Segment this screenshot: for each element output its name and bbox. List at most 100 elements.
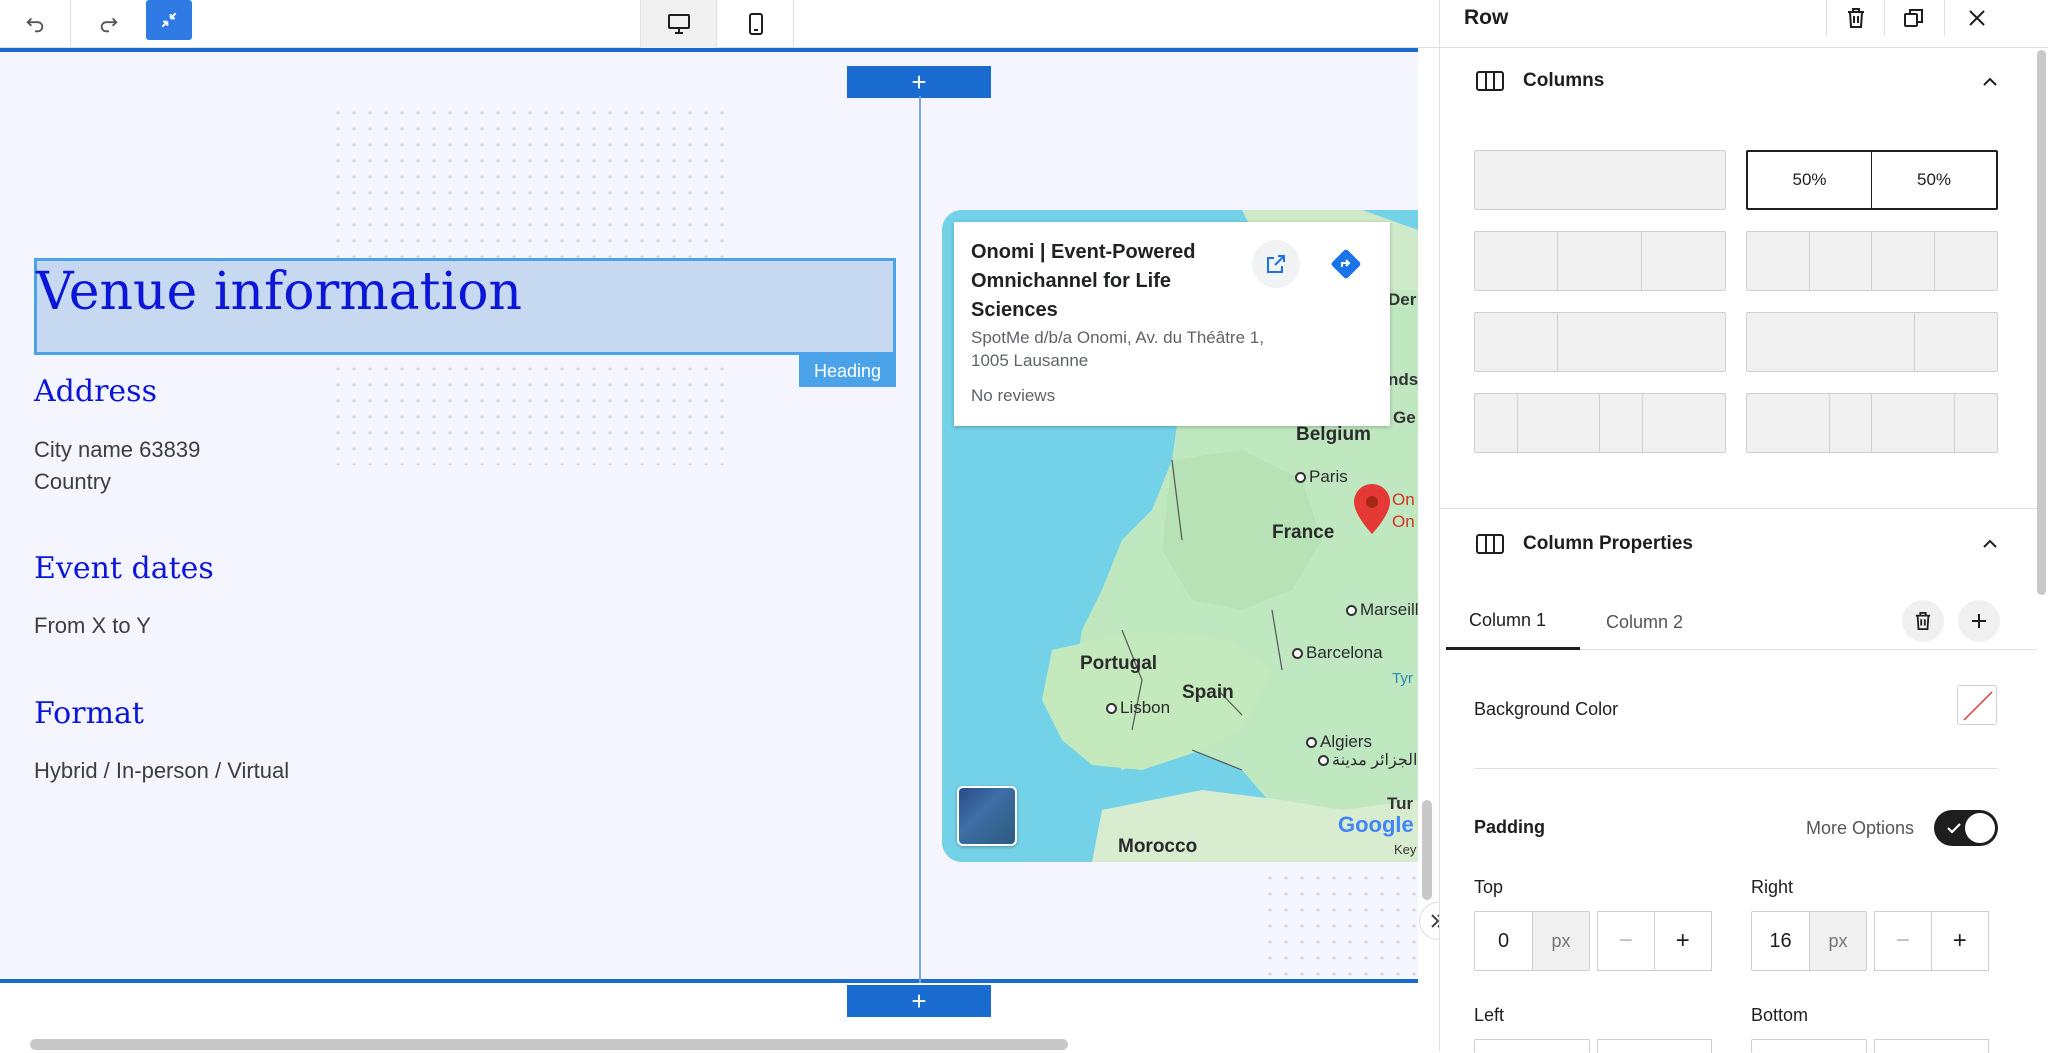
panel-header: Row xyxy=(1440,0,2048,48)
tab-column-2[interactable]: Column 2 xyxy=(1606,594,1683,650)
delete-row-button[interactable] xyxy=(1826,0,1884,36)
map-partial-label-3: Ge xyxy=(1393,408,1416,427)
layout-col-width-1: 50% xyxy=(1748,152,1872,208)
padding-left-label: Left xyxy=(1474,1005,1505,1025)
mobile-view-button[interactable] xyxy=(718,0,794,48)
padding-right-stepper[interactable]: − + xyxy=(1874,911,1989,971)
open-in-maps-button[interactable] xyxy=(1252,240,1300,288)
background-color-label: Background Color xyxy=(1474,699,1619,719)
desktop-icon xyxy=(667,14,690,34)
increment-button[interactable]: + xyxy=(1932,912,1989,970)
satellite-view-toggle[interactable] xyxy=(957,786,1017,846)
place-title[interactable]: Onomi | Event-Powered Omnichannel for Li… xyxy=(971,238,1261,325)
horizontal-scrollbar-thumb[interactable] xyxy=(30,1039,1068,1050)
background-color-swatch[interactable] xyxy=(1957,685,1997,725)
map-partial-label-2: nds xyxy=(1388,370,1418,389)
close-panel-button[interactable] xyxy=(1944,0,2008,36)
padding-right-label: Right xyxy=(1751,877,1794,897)
layout-option-mixed-1[interactable] xyxy=(1474,393,1726,453)
decrement-button[interactable]: − xyxy=(1598,912,1655,970)
panel-scrollbar[interactable] xyxy=(2037,50,2046,595)
layout-option-1-column[interactable] xyxy=(1474,150,1726,210)
padding-top-value[interactable]: 0 xyxy=(1475,912,1533,970)
address-line-1[interactable]: City name 63839 xyxy=(34,434,200,466)
layout-option-2-columns-selected[interactable]: 50% 50% xyxy=(1746,150,1998,210)
increment-button[interactable]: + xyxy=(1655,912,1712,970)
map-label-morocco: Morocco xyxy=(1118,836,1198,857)
undo-button[interactable] xyxy=(0,0,70,48)
section-divider xyxy=(1440,508,2037,509)
column-tabs: Column 1 Column 2 xyxy=(1446,594,2037,650)
map-partial-label-1: Der xyxy=(1388,290,1417,309)
map-label-spain: Spain xyxy=(1182,682,1234,703)
desktop-view-button[interactable] xyxy=(641,0,717,48)
address-title[interactable]: Address xyxy=(34,374,157,409)
padding-top-unit[interactable]: px xyxy=(1533,912,1589,970)
more-options-toggle[interactable] xyxy=(1934,810,1998,846)
duplicate-icon xyxy=(1903,9,1923,27)
map-partial-label-5: On xyxy=(1392,512,1415,531)
mobile-icon xyxy=(749,13,763,35)
padding-right-unit[interactable]: px xyxy=(1810,912,1866,970)
layout-option-4-columns[interactable] xyxy=(1746,231,1998,291)
duplicate-row-button[interactable] xyxy=(1884,0,1942,36)
layout-option-3-columns[interactable] xyxy=(1474,231,1726,291)
place-reviews[interactable]: No reviews xyxy=(971,386,1055,406)
padding-right-input[interactable]: 16 px xyxy=(1751,911,1867,971)
add-section-above-button[interactable]: + xyxy=(847,66,991,98)
property-divider xyxy=(1474,768,1998,769)
add-section-below-button[interactable]: + xyxy=(847,985,991,1017)
external-link-icon xyxy=(1267,255,1285,273)
format-title[interactable]: Format xyxy=(34,696,144,731)
editor-toolbar xyxy=(0,0,1439,48)
check-icon xyxy=(1947,823,1961,834)
tab-column-1[interactable]: Column 1 xyxy=(1446,594,1580,650)
column-properties-section-header[interactable]: Column Properties xyxy=(1475,528,1693,560)
event-dates-text[interactable]: From X to Y xyxy=(34,610,151,642)
chevron-up-icon[interactable] xyxy=(1980,72,2000,92)
map-city-algiers: Algiers xyxy=(1306,732,1372,752)
map-city-lisbon: Lisbon xyxy=(1106,698,1170,718)
undo-icon xyxy=(26,17,44,33)
chevron-up-icon[interactable] xyxy=(1980,534,2000,554)
delete-column-button[interactable] xyxy=(1902,600,1944,642)
padding-top-input[interactable]: 0 px xyxy=(1474,911,1590,971)
dot-pattern-decoration-bottom xyxy=(1262,870,1422,980)
padding-bottom-label: Bottom xyxy=(1751,1005,1809,1025)
close-icon xyxy=(1968,10,1985,26)
map-place-card[interactable]: Onomi | Event-Powered Omnichannel for Li… xyxy=(954,222,1390,426)
format-text[interactable]: Hybrid / In-person / Virtual xyxy=(34,755,289,787)
map-pin-icon[interactable] xyxy=(1354,484,1390,534)
google-logo-text: Google xyxy=(1338,812,1414,837)
layout-col-width-2: 50% xyxy=(1916,170,1952,189)
layout-option-33-67[interactable] xyxy=(1474,312,1726,372)
map-partial-label-6: Tyr xyxy=(1392,670,1413,687)
padding-right-value[interactable]: 16 xyxy=(1752,912,1810,970)
venue-heading[interactable]: Venue information xyxy=(36,262,522,322)
decrement-button[interactable]: − xyxy=(1875,912,1932,970)
layout-option-67-33[interactable] xyxy=(1746,312,1998,372)
column-resize-handle[interactable] xyxy=(919,96,921,983)
map-partial-label-7: Tur xyxy=(1387,794,1414,813)
layout-option-mixed-2[interactable] xyxy=(1746,393,1998,453)
padding-label: Padding xyxy=(1474,817,1545,837)
map-label-france: France xyxy=(1272,522,1335,543)
padding-top-stepper[interactable]: − + xyxy=(1597,911,1712,971)
collapse-button[interactable] xyxy=(146,0,192,40)
redo-button[interactable] xyxy=(78,0,140,48)
panel-title: Row xyxy=(1464,6,1509,29)
map-city-marseille: Marseill xyxy=(1346,600,1418,620)
device-switcher xyxy=(640,0,794,48)
toggle-knob xyxy=(1965,813,1995,843)
columns-section-header[interactable]: Columns xyxy=(1475,65,1604,97)
event-dates-title[interactable]: Event dates xyxy=(34,551,214,586)
canvas-vertical-scrollbar-thumb[interactable] xyxy=(1422,800,1432,900)
place-address: SpotMe d/b/a Onomi, Av. du Théâtre 1, 10… xyxy=(971,328,1264,370)
map-partial-label-8: Key xyxy=(1394,842,1417,857)
directions-icon xyxy=(1331,249,1361,279)
more-options-label: More Options xyxy=(1806,818,1915,838)
directions-button[interactable] xyxy=(1322,240,1370,288)
address-line-2[interactable]: Country xyxy=(34,466,111,498)
redo-icon xyxy=(100,17,118,33)
add-column-button[interactable] xyxy=(1958,600,2000,642)
